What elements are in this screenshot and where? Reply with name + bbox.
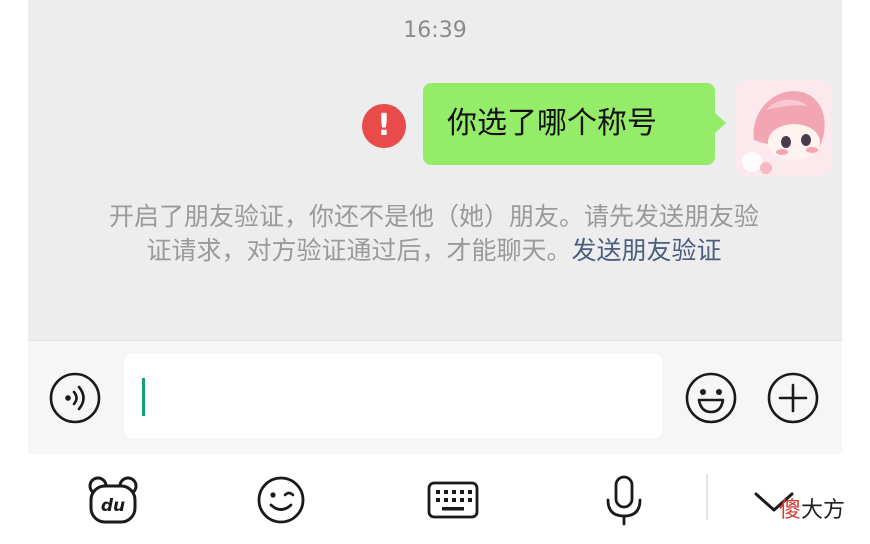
- watermark: 傻大方: [779, 492, 845, 524]
- face-icon[interactable]: [253, 472, 309, 528]
- avatar[interactable]: [736, 80, 832, 176]
- keyboard-icon[interactable]: [425, 472, 481, 528]
- sent-message-bubble[interactable]: 你选了哪个称号: [423, 83, 715, 165]
- keyboard-toolbar: du: [28, 454, 842, 544]
- voice-icon[interactable]: [48, 371, 102, 425]
- emoji-icon[interactable]: [684, 371, 738, 425]
- friend-verification-notice: 开启了朋友验证，你还不是他（她）朋友。请先发送朋友验证请求，对方验证通过后，才能…: [100, 200, 768, 268]
- send-failed-icon[interactable]: !: [362, 104, 406, 148]
- watermark-rest: 大方: [801, 498, 846, 523]
- watermark-first-char: 傻: [779, 498, 802, 523]
- plus-icon[interactable]: [766, 371, 820, 425]
- sent-message-row: ! 你选了哪个称号: [28, 80, 842, 176]
- message-text: 你选了哪个称号: [447, 106, 657, 141]
- send-verification-link[interactable]: 发送朋友验证: [572, 236, 722, 265]
- du-icon[interactable]: du: [85, 472, 141, 528]
- bubble-tail: [714, 112, 726, 134]
- microphone-icon[interactable]: [596, 472, 652, 528]
- chat-screen: 16:39 ! 你选了哪个称号 开启了朋友验证，你还不是他（她）朋友。请先发送朋…: [28, 0, 842, 544]
- message-timestamp: 16:39: [403, 18, 467, 43]
- message-input-bar: [28, 340, 842, 454]
- svg-text:du: du: [101, 496, 125, 516]
- text-caret: [142, 378, 145, 416]
- message-input[interactable]: [124, 354, 662, 438]
- avatar-image: [736, 80, 832, 176]
- toolbar-divider: [706, 474, 708, 520]
